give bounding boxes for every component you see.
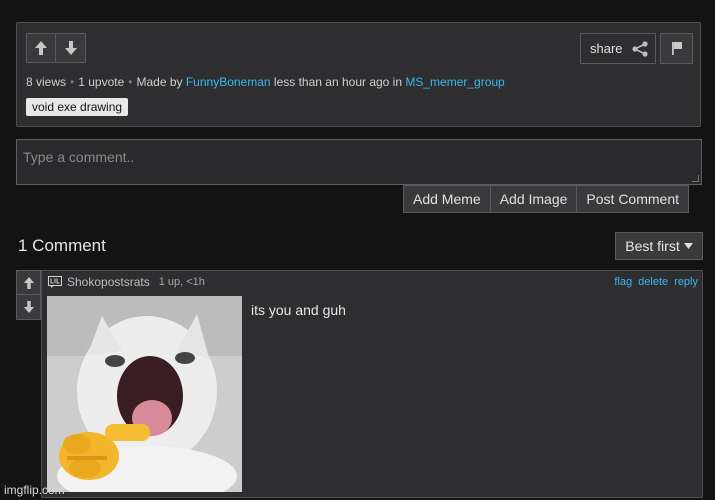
arrow-down-icon — [23, 301, 34, 313]
comment-vote-group — [16, 270, 41, 320]
share-button[interactable]: share — [580, 33, 656, 64]
caret-down-icon — [683, 243, 693, 249]
sort-label: Best first — [625, 238, 680, 254]
sort-dropdown[interactable]: Best first — [615, 232, 703, 260]
arrow-up-icon — [35, 41, 47, 55]
arrow-up-icon — [23, 276, 34, 289]
flag-button[interactable] — [660, 33, 693, 64]
post-time: less than an hour ago in — [273, 75, 403, 89]
user-badge-icon — [48, 276, 62, 288]
flag-icon — [671, 42, 682, 55]
comment-upvote-button[interactable] — [16, 270, 41, 295]
comment-input[interactable] — [17, 140, 713, 174]
downvote-button[interactable] — [56, 33, 86, 63]
screaming-cat-meme-image — [47, 296, 242, 492]
comment-count: 1 Comment — [18, 236, 106, 255]
add-image-button[interactable]: Add Image — [490, 185, 578, 213]
post-vote-group — [26, 33, 86, 63]
comment-header: Shokopostsrats 1 up, <1h — [48, 275, 205, 289]
delete-link[interactable]: delete — [638, 276, 668, 288]
share-icon — [631, 40, 648, 57]
upvote-button[interactable] — [26, 33, 56, 63]
comment-actions: flag delete reply — [614, 276, 698, 288]
resize-handle[interactable] — [692, 175, 699, 182]
comment-image[interactable] — [47, 296, 242, 492]
comment-username[interactable]: Shokopostsrats — [67, 275, 150, 289]
comment-meta: 1 up, <1h — [158, 276, 205, 288]
post-tag[interactable]: void exe drawing — [26, 98, 129, 116]
post-panel: share 8 views • 1 upvote • Made by FunnyBone… — [16, 22, 701, 127]
flag-link[interactable]: flag — [614, 276, 632, 288]
post-comment-button[interactable]: Post Comment — [577, 185, 690, 213]
comment-textarea[interactable] — [16, 139, 713, 185]
comment-text: its you and guh — [251, 302, 346, 318]
upvote-count: 1 upvote — [78, 75, 125, 89]
made-by-label: Made by — [136, 75, 183, 89]
add-meme-button[interactable]: Add Meme — [403, 185, 491, 213]
share-label: share — [590, 41, 623, 56]
reply-link[interactable]: reply — [674, 276, 698, 288]
comment-item: Shokopostsrats 1 up, <1h flag delete rep… — [41, 270, 703, 498]
group-link[interactable]: MS_memer_group — [405, 75, 504, 89]
composer-actions: Add Meme Add Image Post Comment — [403, 185, 690, 213]
imgflip-watermark: imgflip.com — [4, 483, 65, 497]
arrow-down-icon — [64, 41, 77, 55]
views-count: 8 views — [26, 75, 67, 89]
author-link[interactable]: FunnyBoneman — [186, 75, 271, 89]
post-meta: 8 views • 1 upvote • Made by FunnyBoneman le… — [26, 75, 505, 89]
comment-downvote-button[interactable] — [16, 295, 41, 320]
